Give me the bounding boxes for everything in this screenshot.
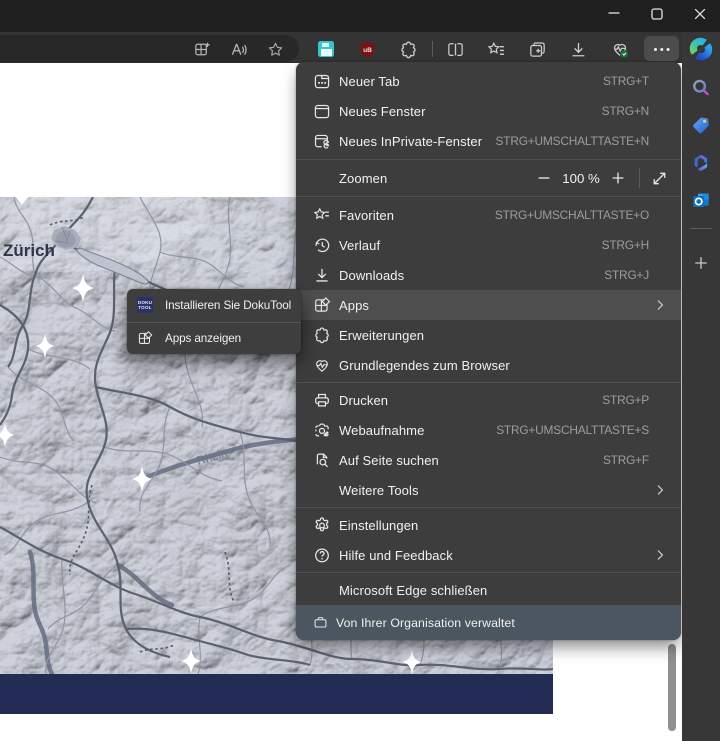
svg-text:Zürich: Zürich [3, 241, 55, 260]
svg-text:uB: uB [363, 47, 372, 54]
